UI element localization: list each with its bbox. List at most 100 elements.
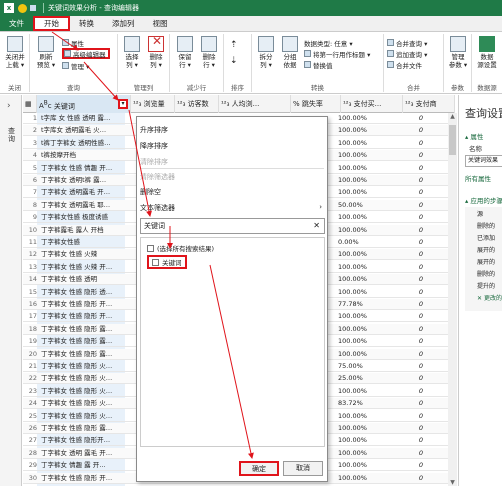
cancel-button[interactable]: 取消 [283, 461, 323, 476]
tab-file[interactable]: 文件 [0, 16, 33, 31]
paying-buyers-cell: 0 [418, 424, 423, 432]
choose-columns-button[interactable]: 选择 列 ▾ [120, 36, 144, 69]
keyword-cell: 丁字裤女 透明露毛 耶… [41, 200, 111, 209]
filter-dropdown-button[interactable]: ▾ [118, 99, 128, 109]
scroll-thumb[interactable] [449, 125, 456, 155]
step-item[interactable]: 删除的 [477, 269, 495, 278]
menu-remove-empty[interactable]: 删除空 [140, 187, 161, 197]
menu-text-filters[interactable]: 文本筛选器 › [140, 203, 324, 213]
scroll-up-icon[interactable]: ▲ [448, 113, 457, 120]
replace-values-button[interactable]: 替换值 [304, 60, 333, 70]
smiley-icon[interactable] [18, 3, 27, 13]
tab-view[interactable]: 视图 [144, 16, 177, 31]
paying-buyers-cell: 0 [418, 138, 423, 147]
bounce-rate-cell: 100.00% [338, 151, 367, 160]
tab-transform[interactable]: 转换 [70, 16, 103, 31]
table-menu-icon[interactable]: ▦ [23, 95, 37, 113]
row-number: 15 [28, 287, 37, 296]
sort-descending-icon[interactable]: ⇣ [230, 56, 238, 66]
clear-search-icon[interactable]: ✕ [313, 219, 320, 233]
close-and-load-button[interactable]: 关闭并 上载 ▾ [2, 36, 28, 69]
menu-clear-sort[interactable]: 清除排序 [140, 157, 168, 167]
keyword-value-checkbox[interactable]: 关键词 [147, 255, 187, 269]
ribbon: 关闭并 上载 ▾ 关闭 刷新 预览 ▾ 属性 高级编辑器 管理 ▾ 查询 选择 … [0, 32, 502, 94]
row-number: 23 [28, 386, 37, 395]
bounce-rate-cell: 100.00% [338, 262, 367, 271]
keep-rows-button[interactable]: 保留 行 ▾ [173, 36, 197, 69]
row-number: 3 [32, 138, 37, 147]
keyword-cell: 丁字裤女 性感 隐形 火… [41, 362, 113, 370]
column-header-pageviews[interactable]: ¹²₃ 浏览量 [131, 95, 175, 113]
data-type-dropdown[interactable]: 数据类型: 任意 ▾ [304, 38, 353, 48]
append-queries-button[interactable]: 追加查询 ▾ [387, 49, 427, 59]
properties-section[interactable]: ▴ 属性 [465, 131, 483, 141]
keyword-cell: 丁字裤女 性感 情趣 开… [41, 163, 113, 172]
data-source-settings-button[interactable]: 数据 源设置 [474, 36, 500, 69]
column-header-bounce-rate[interactable]: % 跳失率 [291, 95, 341, 113]
row-number: 2 [32, 126, 37, 135]
group-by-button[interactable]: 分组 依据 [278, 36, 302, 69]
merge-queries-button[interactable]: 合并查询 ▾ [387, 38, 427, 48]
select-all-search-results-checkbox[interactable]: (选择所有搜索结果) [147, 243, 214, 253]
ok-button[interactable]: 确定 [239, 461, 279, 476]
row-number: 9 [32, 213, 37, 222]
all-properties-link[interactable]: 所有属性 [465, 173, 491, 183]
query-name-input[interactable]: 关键词效果 [465, 155, 502, 167]
paying-buyers-cell: 0 [418, 374, 423, 383]
properties-icon [62, 39, 69, 46]
save-icon[interactable] [30, 5, 36, 11]
row-number: 27 [28, 436, 37, 445]
bounce-rate-cell: 100.00% [338, 275, 367, 284]
column-header-keyword[interactable]: ABc 关键词 [37, 95, 131, 113]
delete-step-icon[interactable]: ✕ [477, 295, 484, 302]
step-item[interactable]: 删除的 [477, 221, 495, 230]
expand-chevron-icon[interactable]: › [7, 101, 11, 111]
paying-buyers-cell: 0 [418, 287, 423, 296]
use-first-row-headers-button[interactable]: 将第一行用作标题 ▾ [304, 49, 370, 59]
split-column-button[interactable]: 拆分 列 ▾ [254, 36, 278, 69]
queries-pane[interactable]: › 查询 [0, 95, 22, 486]
step-item[interactable]: 源 [477, 209, 483, 218]
bounce-rate-cell: 100.00% [338, 448, 367, 457]
filter-search-input[interactable]: 关键词 ✕ [140, 218, 325, 234]
manage-parameters-button[interactable]: 管理 参数 ▾ [446, 36, 470, 69]
paying-buyers-cell: 0 [418, 250, 423, 259]
column-header-visitors[interactable]: ¹²₃ 访客数 [175, 95, 219, 113]
bounce-rate-cell: 100.00% [338, 424, 367, 432]
step-item[interactable]: 展开的 [477, 245, 495, 254]
row-number: 8 [32, 200, 37, 209]
tab-add-column[interactable]: 添加列 [103, 16, 144, 31]
column-header-paying-buyers[interactable]: ¹²₃ 支付买... [341, 95, 403, 113]
keyword-cell: 丁字裤女 透明t裤 露… [41, 176, 107, 184]
grid-vertical-scrollbar[interactable]: ▲ ▼ [448, 113, 457, 486]
menu-sort-ascending[interactable]: 升序排序 [140, 125, 168, 135]
remove-rows-button[interactable]: 删除 行 ▾ [197, 36, 221, 69]
tab-home[interactable]: 开始 [33, 16, 70, 31]
combine-files-button[interactable]: 合并文件 [387, 60, 422, 70]
scroll-down-icon[interactable]: ▼ [448, 479, 457, 486]
remove-columns-button[interactable]: 删除 列 ▾ [144, 36, 168, 69]
step-item[interactable]: 展开的 [477, 257, 495, 266]
paying-buyers-cell: 0 [418, 262, 423, 271]
menu-sort-descending[interactable]: 降序排序 [140, 141, 168, 151]
advanced-editor-button[interactable]: 高级编辑器 [62, 48, 110, 59]
bounce-rate-cell: 100.00% [338, 287, 367, 296]
column-header-per-capita[interactable]: ¹²₃ 人均浏... [219, 95, 291, 113]
keyword-cell: 丁字裤女 性感 隐形 开… [41, 300, 113, 308]
manage-button[interactable]: 管理 ▾ [62, 61, 89, 71]
group-by-icon [282, 36, 298, 52]
queries-pane-label: 查询 [8, 127, 15, 143]
keyword-cell: 丁字裤女 性感 隐形 露… [41, 349, 113, 358]
parameters-icon [450, 36, 466, 52]
properties-button[interactable]: 属性 [62, 38, 84, 48]
refresh-preview-button[interactable]: 刷新 预览 ▾ [34, 36, 58, 69]
applied-steps-section[interactable]: ▴ 应用的步骤 [465, 195, 502, 205]
column-header-paid-items[interactable]: ¹²₃ 支付商 [403, 95, 455, 113]
step-item-current[interactable]: ✕ 更改的 [477, 293, 502, 302]
refresh-icon [38, 36, 54, 52]
step-item[interactable]: 提升的 [477, 281, 495, 290]
menu-clear-filter[interactable]: 清除筛选器 [140, 172, 175, 182]
step-item[interactable]: 已添加 [477, 233, 495, 242]
remove-columns-icon [148, 36, 164, 52]
sort-ascending-icon[interactable]: ⇡ [230, 40, 238, 50]
